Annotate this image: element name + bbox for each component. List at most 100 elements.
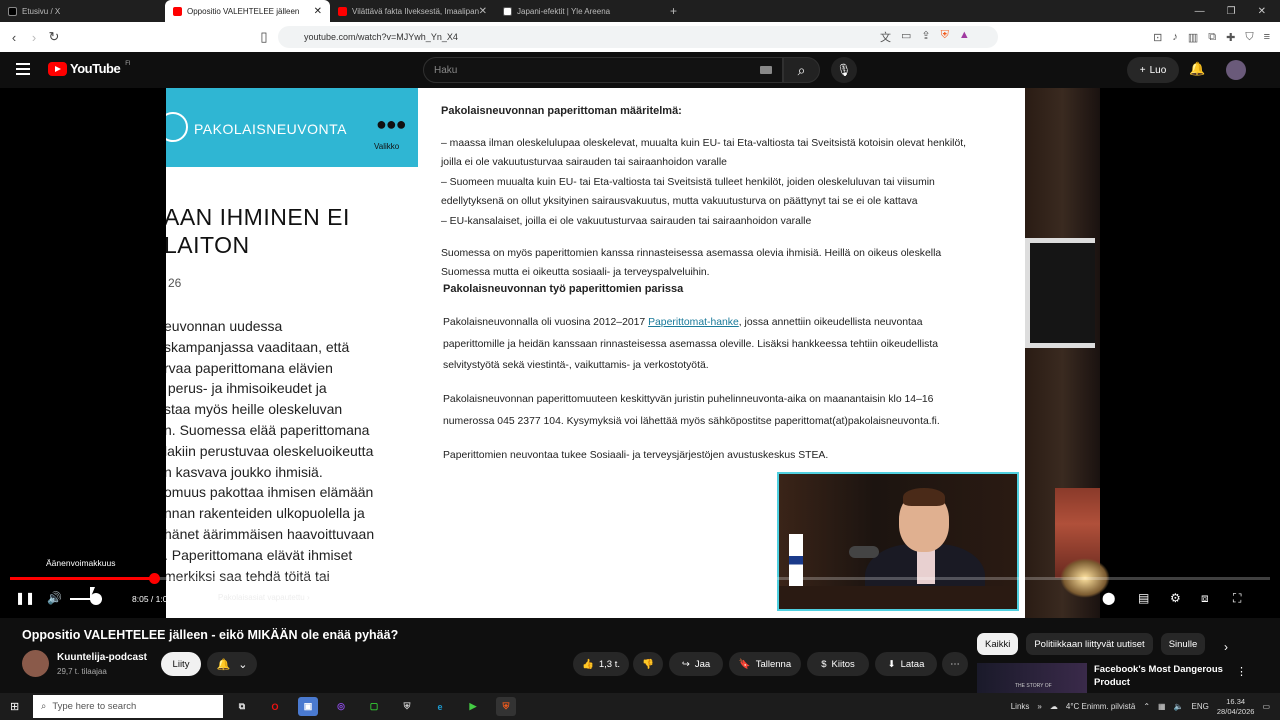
account-avatar[interactable] — [1226, 60, 1246, 80]
opera-icon[interactable]: O — [265, 697, 285, 716]
task-view-icon[interactable]: ⧉ — [232, 697, 252, 716]
more-vert-icon[interactable]: ⋮ — [1236, 665, 1247, 678]
article-body-left: euvonnan uudessa skampanjassa vaaditaan,… — [166, 318, 375, 584]
rewards-icon[interactable]: ▲ — [959, 29, 970, 45]
search-input[interactable]: Haku — [423, 57, 783, 83]
windows-start-icon[interactable]: ⊞ — [10, 700, 19, 713]
new-tab-icon[interactable]: + — [660, 4, 687, 18]
edge-icon[interactable]: e — [430, 697, 450, 716]
brave-browser-icon[interactable]: ⛨ — [496, 697, 516, 716]
extensions-icon[interactable]: ✚ — [1226, 31, 1235, 44]
dislike-button[interactable]: 👎 — [633, 652, 663, 676]
taskbar-search-input[interactable]: ⌕ Type here to search — [33, 695, 223, 718]
download-button[interactable]: ⬇ Lataa — [875, 652, 937, 676]
sidebar-icon[interactable]: ▥ — [1188, 31, 1198, 44]
banner-name: PAKOLAISNEUVONTA — [194, 121, 347, 137]
tray-up-icon[interactable]: ⌃ — [1143, 702, 1150, 711]
save-icon: 🔖 — [738, 658, 751, 670]
chapter-button[interactable]: Pakolaisasiat vapautettu › — [206, 586, 322, 609]
channel-name[interactable]: Kuuntelija-podcast — [57, 652, 147, 663]
microphone-icon: 🎙 — [836, 63, 852, 77]
bell-icon: 🔔 — [216, 658, 231, 671]
settings-gear-icon[interactable]: ⚙ — [1170, 591, 1181, 605]
hamburger-menu-icon[interactable] — [16, 63, 30, 75]
photos-app-icon[interactable]: ▣ — [298, 697, 318, 716]
maximize-icon[interactable]: ❐ — [1227, 6, 1236, 17]
progress-bar[interactable] — [10, 573, 1270, 584]
fullscreen-icon[interactable]: ⛶ — [1233, 591, 1241, 606]
reload-icon[interactable]: ↻ — [44, 29, 64, 45]
pause-icon[interactable]: ❚❚ — [15, 591, 35, 605]
player-controls: ❚❚ 🔊 8:05 / 1:05:26 Pakolaisasiat vapaut… — [0, 586, 1280, 612]
browser-tab[interactable]: Japani-efektit | Yle Areena — [495, 0, 660, 22]
speaker-icon[interactable]: 🔈 — [1174, 702, 1184, 711]
progress-played — [10, 577, 154, 580]
language-indicator[interactable]: ENG — [1192, 702, 1209, 711]
vpn-app-icon[interactable]: ⛨ — [397, 697, 417, 716]
system-tray: Links » ☁ 4°C Enimm. pilvistä ⌃ ▦ 🔈 ENG … — [1011, 693, 1270, 720]
music-icon[interactable]: ♪ — [1172, 31, 1178, 44]
volume-slider[interactable] — [70, 593, 102, 605]
chip-for-you[interactable]: Sinulle — [1160, 633, 1206, 655]
translate-icon[interactable]: 文 — [880, 29, 891, 45]
youtube-header: YouTube FI Haku ⌕ 🎙 + Luo 🔔 — [0, 52, 1280, 88]
brave-shield-icon[interactable]: ⛨ — [941, 29, 949, 45]
minimize-icon[interactable]: — — [1195, 6, 1205, 17]
video-title: Oppositio VALEHTELEE jälleen - eikö MIKÄ… — [22, 628, 399, 642]
browser-tab[interactable]: Vilättävä fakta Ilveksestä, Imaalipan ✕ — [330, 0, 495, 22]
create-button[interactable]: + Luo — [1127, 57, 1179, 83]
forward-icon[interactable]: › — [24, 30, 44, 45]
browser-tab-bar: Etusivu / X Oppositio VALEHTELEE jälleen… — [0, 0, 1280, 22]
wallet-icon[interactable]: ⛉ — [1245, 31, 1253, 44]
close-window-icon[interactable]: ✕ — [1258, 6, 1266, 17]
progress-knob[interactable] — [148, 573, 160, 584]
notifications-bell-icon[interactable]: 🔔 — [1189, 61, 1205, 77]
recommendation-thumbnail[interactable]: THE STORY OF — [977, 663, 1087, 693]
recommendation-title[interactable]: Facebook's Most Dangerous Product — [1094, 663, 1224, 689]
autoplay-toggle-icon[interactable]: ⬤ — [1102, 591, 1115, 605]
youtube-logo[interactable]: YouTube FI — [48, 61, 131, 76]
cast-icon[interactable]: ▭ — [901, 29, 911, 45]
browser-tab[interactable]: Etusivu / X — [0, 0, 165, 22]
youtube-icon — [173, 6, 182, 16]
miniplayer-icon[interactable]: ⧈ — [1201, 591, 1209, 606]
join-button[interactable]: Liity — [161, 652, 201, 676]
share-button[interactable]: ↪ Jaa — [669, 652, 723, 676]
messenger-icon[interactable]: ◎ — [331, 697, 351, 716]
weather-text[interactable]: 4°C Enimm. pilvistä — [1066, 702, 1135, 711]
notification-settings-button[interactable]: 🔔 ⌄ — [207, 652, 257, 676]
menu-icon[interactable]: ≡ — [1264, 31, 1270, 44]
search-button[interactable]: ⌕ — [783, 57, 820, 83]
screenshot-icon[interactable]: ⊡ — [1153, 31, 1162, 44]
more-actions-button[interactable]: ⋯ — [942, 652, 968, 676]
close-tab-icon[interactable]: ✕ — [479, 6, 487, 17]
bookmark-icon[interactable]: ▯ — [254, 29, 274, 45]
links-toolbar[interactable]: Links — [1011, 702, 1030, 711]
thanks-button[interactable]: $ Kiitos — [807, 652, 869, 676]
browser-tab-active[interactable]: Oppositio VALEHTELEE jälleen ✕ — [165, 0, 330, 22]
clock[interactable]: 16.34 28/04/2026 — [1217, 697, 1255, 717]
keyboard-icon[interactable] — [760, 66, 772, 74]
notification-center-icon[interactable]: ▭ — [1262, 702, 1270, 711]
subscriber-count: 29,7 t. tilaajaa — [57, 667, 107, 676]
volume-icon[interactable]: 🔊 — [47, 591, 62, 605]
chat-app-icon[interactable]: ▢ — [364, 697, 384, 716]
video-player[interactable]: PAKOLAISNEUVONTA ●●● Valikko AAN IHMINEN… — [0, 88, 1280, 618]
channel-avatar[interactable] — [22, 650, 49, 677]
chip-all[interactable]: Kaikki — [977, 633, 1019, 655]
subtitles-icon[interactable]: ▤ — [1138, 591, 1149, 605]
media-player-icon[interactable]: ▶ — [463, 697, 483, 716]
article-heading: AAN IHMINEN EI LAITON — [166, 204, 350, 258]
save-button[interactable]: 🔖 Tallenna — [729, 652, 801, 676]
chevron-right-icon: » — [1037, 702, 1042, 711]
close-tab-icon[interactable]: ✕ — [314, 6, 322, 17]
back-icon[interactable]: ‹ — [4, 30, 24, 45]
share-icon[interactable]: ⇪ — [921, 29, 930, 45]
chevron-right-icon[interactable]: › — [1224, 640, 1228, 654]
copy-icon[interactable]: ⧉ — [1208, 31, 1216, 44]
like-button[interactable]: 👍 1,3 t. — [573, 652, 629, 676]
voice-search-button[interactable]: 🎙 — [831, 57, 857, 83]
extension-icons: 文 ▭ ⇪ ⛨ ▲ — [880, 29, 970, 45]
chip-politics[interactable]: Politiikkaan liittyvät uutiset — [1026, 633, 1153, 655]
network-icon[interactable]: ▦ — [1158, 702, 1166, 711]
